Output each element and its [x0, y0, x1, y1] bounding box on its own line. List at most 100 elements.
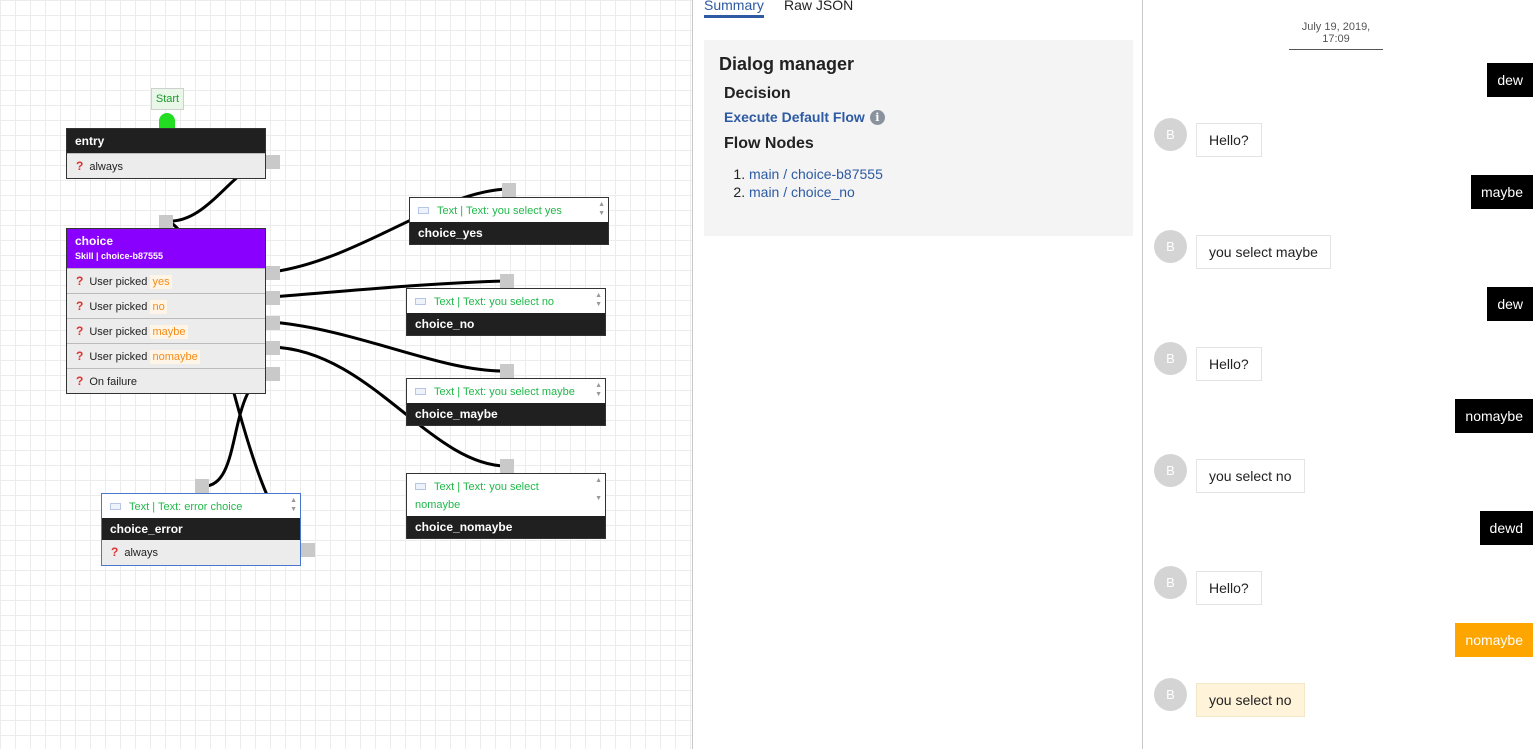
bot-message[interactable]: you select maybe	[1196, 235, 1331, 269]
user-message-selected[interactable]: nomaybe	[1455, 623, 1533, 657]
scroll-arrows-icon[interactable]: ▲ ▼	[290, 496, 297, 514]
port-choice-nomaybe[interactable]	[266, 341, 280, 355]
chat-date: July 19, 2019, 17:09	[1289, 21, 1383, 50]
port-choice-maybe[interactable]	[266, 316, 280, 330]
transition-text: User picked	[89, 301, 148, 313]
port-choice-no[interactable]	[266, 291, 280, 305]
question-icon: ?	[76, 159, 84, 173]
user-message[interactable]: dew	[1487, 63, 1533, 97]
port-no-in[interactable]	[500, 274, 514, 288]
port-yes-in[interactable]	[502, 183, 516, 197]
question-icon: ?	[76, 324, 84, 338]
port-choice-yes[interactable]	[266, 266, 280, 280]
text-node-name: choice_no	[407, 313, 605, 335]
start-badge: Start	[151, 88, 184, 110]
message-icon	[415, 387, 426, 395]
bot-avatar: B	[1154, 118, 1187, 151]
text-content-value: Text | Text: you select no	[434, 296, 555, 308]
text-content-value-line2: nomaybe	[415, 499, 461, 511]
decision-value[interactable]: Execute Default Flow i	[724, 109, 1118, 125]
port-entry-out[interactable]	[266, 155, 280, 169]
transition-text: User picked	[89, 326, 148, 338]
flow-node-link[interactable]: main / choice-b87555	[749, 166, 883, 182]
text-node-name: choice_nomaybe	[407, 516, 605, 538]
node-entry-title: entry	[67, 129, 265, 153]
bot-message[interactable]: Hello?	[1196, 347, 1262, 381]
flow-node-item: main / choice-b87555	[749, 165, 1118, 183]
port-nomaybe-in[interactable]	[500, 459, 514, 473]
flow-canvas[interactable]: Start entry ? always choice Skill | choic…	[0, 0, 692, 749]
scroll-arrows-icon[interactable]: ▲ ▼	[595, 381, 602, 399]
transition-text: always	[124, 547, 158, 559]
transition-always[interactable]: ? always	[102, 540, 300, 565]
text-content-value: Text | Text: you select maybe	[434, 386, 575, 398]
node-choice-maybe[interactable]: Text | Text: you select maybe ▲ ▼ choice_m…	[406, 378, 606, 426]
tab-raw-json[interactable]: Raw JSON	[784, 0, 853, 13]
bot-avatar: B	[1154, 566, 1187, 599]
decision-value-text[interactable]: Execute Default Flow	[724, 109, 865, 125]
transition-condition: maybe	[150, 325, 188, 339]
user-message[interactable]: dewd	[1479, 511, 1533, 545]
bot-avatar: B	[1154, 678, 1187, 711]
bot-message[interactable]: Hello?	[1196, 571, 1262, 605]
text-content: Text | Text: error choice ▲ ▼	[102, 494, 300, 518]
node-choice-yes[interactable]: Text | Text: you select yes ▲ ▼ choice_yes	[409, 197, 609, 245]
chat-panel: July 19, 2019, 17:09 dew B Hello? maybe …	[1143, 0, 1540, 749]
transition-text: On failure	[89, 376, 138, 388]
scroll-arrows-icon[interactable]: ▲ ▼	[595, 476, 602, 503]
text-content-value: Text | Text: you select	[434, 481, 539, 493]
node-choice-title: choice Skill | choice-b87555	[67, 229, 265, 268]
text-content: Text | Text: you select maybe ▲ ▼	[407, 379, 605, 403]
bot-avatar: B	[1154, 454, 1187, 487]
text-content: Text | Text: you select yes ▲ ▼	[410, 198, 608, 222]
start-port[interactable]	[159, 113, 175, 129]
bot-message[interactable]: you select no	[1196, 459, 1305, 493]
text-content-value: Text | Text: error choice	[129, 501, 243, 513]
node-entry[interactable]: entry ? always	[66, 128, 266, 179]
transition-maybe[interactable]: ? User picked maybe	[67, 318, 265, 343]
user-message[interactable]: nomaybe	[1455, 399, 1533, 433]
flow-node-item: main / choice_no	[749, 183, 1118, 201]
port-error-in[interactable]	[195, 479, 209, 493]
port-choice-in[interactable]	[159, 215, 173, 229]
user-message[interactable]: maybe	[1470, 175, 1533, 209]
question-icon: ?	[76, 274, 84, 288]
transition-always[interactable]: ? always	[67, 153, 265, 178]
node-choice-error[interactable]: Text | Text: error choice ▲ ▼ choice_error…	[101, 493, 301, 566]
text-content: Text | Text: you select no ▲ ▼	[407, 289, 605, 313]
info-icon[interactable]: i	[869, 109, 885, 125]
node-choice[interactable]: choice Skill | choice-b87555 ? User picke…	[66, 228, 266, 394]
inspector-panel: Summary Raw JSON Dialog manager Decision…	[692, 0, 1143, 749]
transition-no[interactable]: ? User picked no	[67, 293, 265, 318]
flow-node-link[interactable]: main / choice_no	[749, 184, 855, 200]
message-icon	[418, 206, 429, 214]
scroll-arrows-icon[interactable]: ▲ ▼	[595, 291, 602, 309]
text-content-value: Text | Text: you select yes	[437, 205, 562, 217]
transition-yes[interactable]: ? User picked yes	[67, 268, 265, 293]
flow-nodes-heading: Flow Nodes	[724, 135, 814, 152]
port-choice-failure[interactable]	[266, 367, 280, 381]
transition-nomaybe[interactable]: ? User picked nomaybe	[67, 343, 265, 368]
decision-heading: Decision	[724, 85, 791, 102]
transition-condition: yes	[150, 275, 172, 289]
transition-text: User picked	[89, 276, 148, 288]
bot-message-selected[interactable]: you select no	[1196, 683, 1305, 717]
transition-on-failure[interactable]: ? On failure	[67, 368, 265, 393]
question-icon: ?	[76, 299, 84, 313]
node-choice-nomaybe[interactable]: Text | Text: you select nomaybe ▲ ▼ choice_…	[406, 473, 606, 539]
text-node-name: choice_maybe	[407, 403, 605, 425]
tab-summary[interactable]: Summary	[704, 0, 764, 18]
port-maybe-in[interactable]	[500, 364, 514, 378]
user-message[interactable]: dew	[1487, 287, 1533, 321]
port-error-out[interactable]	[301, 543, 315, 557]
scroll-arrows-icon[interactable]: ▲ ▼	[598, 200, 605, 218]
transition-text: always	[89, 161, 123, 173]
summary-box: Dialog manager Decision Execute Default …	[704, 40, 1133, 236]
flow-nodes-list: main / choice-b87555 main / choice_no	[749, 165, 1118, 201]
node-choice-subtitle: Skill | choice-b87555	[75, 251, 164, 261]
transition-text: User picked	[89, 351, 148, 363]
node-choice-name: choice	[75, 234, 114, 248]
bot-message[interactable]: Hello?	[1196, 123, 1262, 157]
node-choice-no[interactable]: Text | Text: you select no ▲ ▼ choice_no	[406, 288, 606, 336]
transition-condition: no	[150, 300, 167, 314]
